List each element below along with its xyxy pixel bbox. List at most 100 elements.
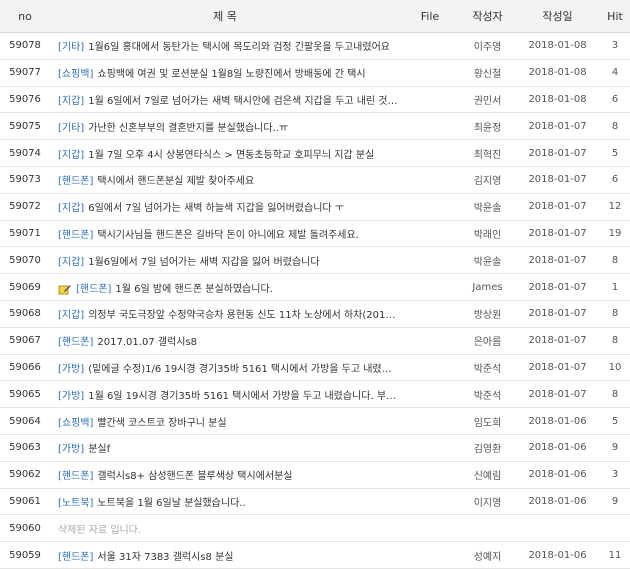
table-row[interactable]: 59076 [지갑] 1월 6일에서 7일로 넘어가는 새벽 택시안에 검은색 지갑… [0,87,630,114]
row-title-cell[interactable]: [핸드폰] 택시기사님들 핸드폰은 길바닥 돈이 아니에요 제발 돌려주세요. [50,226,400,241]
row-date: 2018-01-08 [528,93,587,105]
post-title-link[interactable]: 2017.01.07 갤럭시s8 [97,337,197,348]
category-link[interactable]: [핸드폰] [58,552,93,563]
category-link[interactable]: [지갑] [58,310,84,321]
table-row[interactable]: 59069 [핸드폰] 1월 6일 밤에 핸드폰 분실하였습니다. James 2018… [0,274,630,301]
row-number: 59078 [9,40,41,52]
row-hit: 8 [611,254,619,266]
row-title-cell[interactable]: [지갑] 1월 6일에서 7일로 넘어가는 새벽 택시안에 검은색 지갑을 두고 … [50,92,400,107]
table-row[interactable]: 59059 [핸드폰] 서울 31자 7383 갤럭시s8 분실 성예지 2018-01… [0,542,630,569]
row-title-cell[interactable]: [쇼핑백] 빨간색 코스트코 장바구니 분실 [50,414,400,429]
category-link[interactable]: [핸드폰] [58,230,93,241]
row-hit: 3 [611,40,619,52]
row-title-cell[interactable]: [가방] (밑에글 수정)1/6 19시경 경기35바 5161 택시에서 가방을… [50,360,400,375]
post-title-link[interactable]: 1월 6일에서 7일로 넘어가는 새벽 택시안에 검은색 지갑을 두고 내린 것… [88,96,400,107]
row-date: 2018-01-08 [528,67,587,79]
post-title-link[interactable]: 서울 31자 7383 갤럭시s8 분실 [97,552,233,563]
category-link[interactable]: [지갑] [58,150,84,161]
post-title-link[interactable]: 분실f [88,444,110,455]
post-title-link[interactable]: 쇼핑백에 여권 및 로션분실 1월8일 노량진에서 방배동에 간 택시 [97,69,365,80]
row-date: 2018-01-07 [528,335,587,347]
row-title-cell[interactable]: [지갑] 1월 7일 오후 4시 상봉연타식스 > 면동초등학교 호피무늬 지갑 … [50,146,400,161]
category-link[interactable]: [지갑] [58,96,84,107]
row-hit: 6 [611,93,619,105]
header-file: File [420,9,440,23]
row-title-cell[interactable]: [쇼핑백] 쇼핑백에 여권 및 로션분실 1월8일 노량진에서 방배동에 간 택시 [50,65,400,80]
table-row[interactable]: 59073 [핸드폰] 택시에서 핸드폰분실 제발 찾아주세요 김지영 2018-01-… [0,167,630,194]
category-link[interactable]: [기타] [58,42,84,53]
category-link[interactable]: [노트북] [58,498,93,509]
row-hit: 8 [611,308,619,320]
row-hit: 11 [608,549,622,561]
post-title-link[interactable]: 1월6일에서 7일 넘어가는 새벽 지갑을 잃어 버렸습니다 [88,257,319,268]
row-title-cell[interactable]: [지갑] 1월6일에서 7일 넘어가는 새벽 지갑을 잃어 버렸습니다 [50,253,400,268]
post-title-link[interactable]: 빨간색 코스트코 장바구니 분실 [97,418,226,429]
row-title-cell[interactable]: [핸드폰] 갤럭시s8+ 삼성핸드폰 블루색상 택시에서분실 [50,467,400,482]
table-row[interactable]: 59063 [가방] 분실f 김영환 2018-01-06 9 [0,435,630,462]
category-link[interactable]: [핸드폰] [58,337,93,348]
post-title-link[interactable]: 1월 6일 19시경 경기35바 5161 택시에서 가방을 두고 내렸습니다.… [88,391,400,402]
row-title-cell[interactable]: [기타] 가난한 신혼부부의 결혼반지를 분실했습니다..ㅠ [50,119,400,134]
post-title-link[interactable]: 택시에서 핸드폰분실 제발 찾아주세요 [97,176,254,187]
pencil-note-icon [58,284,71,294]
row-number: 59061 [9,495,41,507]
row-number: 59077 [9,67,41,79]
table-row[interactable]: 59071 [핸드폰] 택시기사님들 핸드폰은 길바닥 돈이 아니에요 제발 돌려주… [0,221,630,248]
category-link[interactable]: [핸드폰] [58,176,93,187]
row-title-cell[interactable]: [노트북] 노트북을 1월 6일날 분실했습니다.. [50,494,400,509]
category-link[interactable]: [지갑] [58,203,84,214]
table-row[interactable]: 59060 삭제된 자료 입니다. [0,515,630,543]
row-title-cell[interactable]: [가방] 1월 6일 19시경 경기35바 5161 택시에서 가방을 두고 내렸… [50,387,400,402]
category-link[interactable]: [핸드폰] [76,284,111,295]
table-row[interactable]: 59064 [쇼핑백] 빨간색 코스트코 장바구니 분실 임도희 2018-01-06 5 [0,408,630,435]
post-title-link[interactable]: 가난한 신혼부부의 결혼반지를 분실했습니다..ㅠ [88,123,288,134]
row-hit: 3 [611,469,619,481]
row-date: 2018-01-07 [528,281,587,293]
table-row[interactable]: 59065 [가방] 1월 6일 19시경 경기35바 5161 택시에서 가방을 … [0,381,630,409]
table-row[interactable]: 59077 [쇼핑백] 쇼핑백에 여권 및 로션분실 1월8일 노량진에서 방배동에… [0,60,630,87]
table-row[interactable]: 59074 [지갑] 1월 7일 오후 4시 상봉연타식스 > 면동초등학교 호피무… [0,140,630,167]
table-row[interactable]: 59070 [지갑] 1월6일에서 7일 넘어가는 새벽 지갑을 잃어 버렸습니다 박… [0,247,630,275]
row-title-cell[interactable]: [핸드폰] 1월 6일 밤에 핸드폰 분실하였습니다. [50,280,400,295]
post-title-link[interactable]: (밑에글 수정)1/6 19시경 경기35바 5161 택시에서 가방을 두고 … [88,364,400,375]
post-title-link[interactable]: 1월 7일 오후 4시 상봉연타식스 > 면동초등학교 호피무늬 지갑 분실 [88,150,374,161]
category-link[interactable]: [쇼핑백] [58,418,93,429]
row-title-cell[interactable]: [핸드폰] 택시에서 핸드폰분실 제발 찾아주세요 [50,172,400,187]
row-title-cell[interactable]: 삭제된 자료 입니다. [50,521,400,536]
category-link[interactable]: [핸드폰] [58,471,93,482]
row-number: 59060 [9,522,41,534]
table-row[interactable]: 59067 [핸드폰] 2017.01.07 갤럭시s8 은아름 2018-01-07 8 [0,328,630,355]
post-title-link[interactable]: 의정부 국도극장앞 수정약국승차 용현동 신도 11차 노상에서 하차(2018… [88,310,400,321]
table-body: 59078 [기타] 1월6일 홍대에서 동탄가는 택시에 목도리와 검정 긴팔옷을… [0,33,630,569]
table-row[interactable]: 59075 [기타] 가난한 신혼부부의 결혼반지를 분실했습니다..ㅠ 최윤정 201… [0,113,630,141]
row-title-cell[interactable]: [핸드폰] 서울 31자 7383 갤럭시s8 분실 [50,548,400,563]
table-row[interactable]: 59062 [핸드폰] 갤럭시s8+ 삼성핸드폰 블루색상 택시에서분실 신예림 201… [0,462,630,489]
category-link[interactable]: [가방] [58,391,84,402]
row-title-cell[interactable]: [지갑] 의정부 국도극장앞 수정약국승차 용현동 신도 11차 노상에서 하차(… [50,306,400,321]
row-title-cell[interactable]: [기타] 1월6일 홍대에서 동탄가는 택시에 목도리와 검정 긴팔옷을 두고내렸… [50,38,400,53]
row-hit: 9 [611,442,619,454]
category-link[interactable]: [기타] [58,123,84,134]
table-row[interactable]: 59072 [지갑] 6일에서 7일 넘어가는 새벽 하늘색 지갑을 잃어버렸습니다… [0,194,630,221]
row-date: 2018-01-06 [528,469,587,481]
category-link[interactable]: [가방] [58,444,84,455]
post-title-link[interactable]: 노트북을 1월 6일날 분실했습니다.. [97,498,245,509]
table-row[interactable]: 59061 [노트북] 노트북을 1월 6일날 분실했습니다.. 이지영 2018-01… [0,489,630,516]
row-title-cell[interactable]: [지갑] 6일에서 7일 넘어가는 새벽 하늘색 지갑을 잃어버렸습니다 ㅜ [50,199,400,214]
table-row[interactable]: 59078 [기타] 1월6일 홍대에서 동탄가는 택시에 목도리와 검정 긴팔옷을… [0,33,630,60]
category-link[interactable]: [지갑] [58,257,84,268]
post-title-link[interactable]: 1월6일 홍대에서 동탄가는 택시에 목도리와 검정 긴팔옷을 두고내렸어요 [88,42,390,53]
table-row[interactable]: 59066 [가방] (밑에글 수정)1/6 19시경 경기35바 5161 택시에… [0,355,630,382]
post-title-link[interactable]: 갤럭시s8+ 삼성핸드폰 블루색상 택시에서분실 [97,471,292,482]
row-hit: 19 [608,227,622,239]
post-title-link[interactable]: 6일에서 7일 넘어가는 새벽 하늘색 지갑을 잃어버렸습니다 ㅜ [88,203,344,214]
category-link[interactable]: [쇼핑백] [58,69,93,80]
post-title-link[interactable]: 택시기사님들 핸드폰은 길바닥 돈이 아니에요 제발 돌려주세요. [97,230,358,241]
header-hit: Hit [607,9,623,23]
post-title-link[interactable]: 1월 6일 밤에 핸드폰 분실하였습니다. [115,284,272,295]
category-link[interactable]: [가방] [58,364,84,375]
table-row[interactable]: 59068 [지갑] 의정부 국도극장앞 수정약국승차 용현동 신도 11차 노상에… [0,301,630,328]
row-hit: 8 [611,335,619,347]
row-title-cell[interactable]: [핸드폰] 2017.01.07 갤럭시s8 [50,333,400,348]
row-title-cell[interactable]: [가방] 분실f [50,440,400,455]
